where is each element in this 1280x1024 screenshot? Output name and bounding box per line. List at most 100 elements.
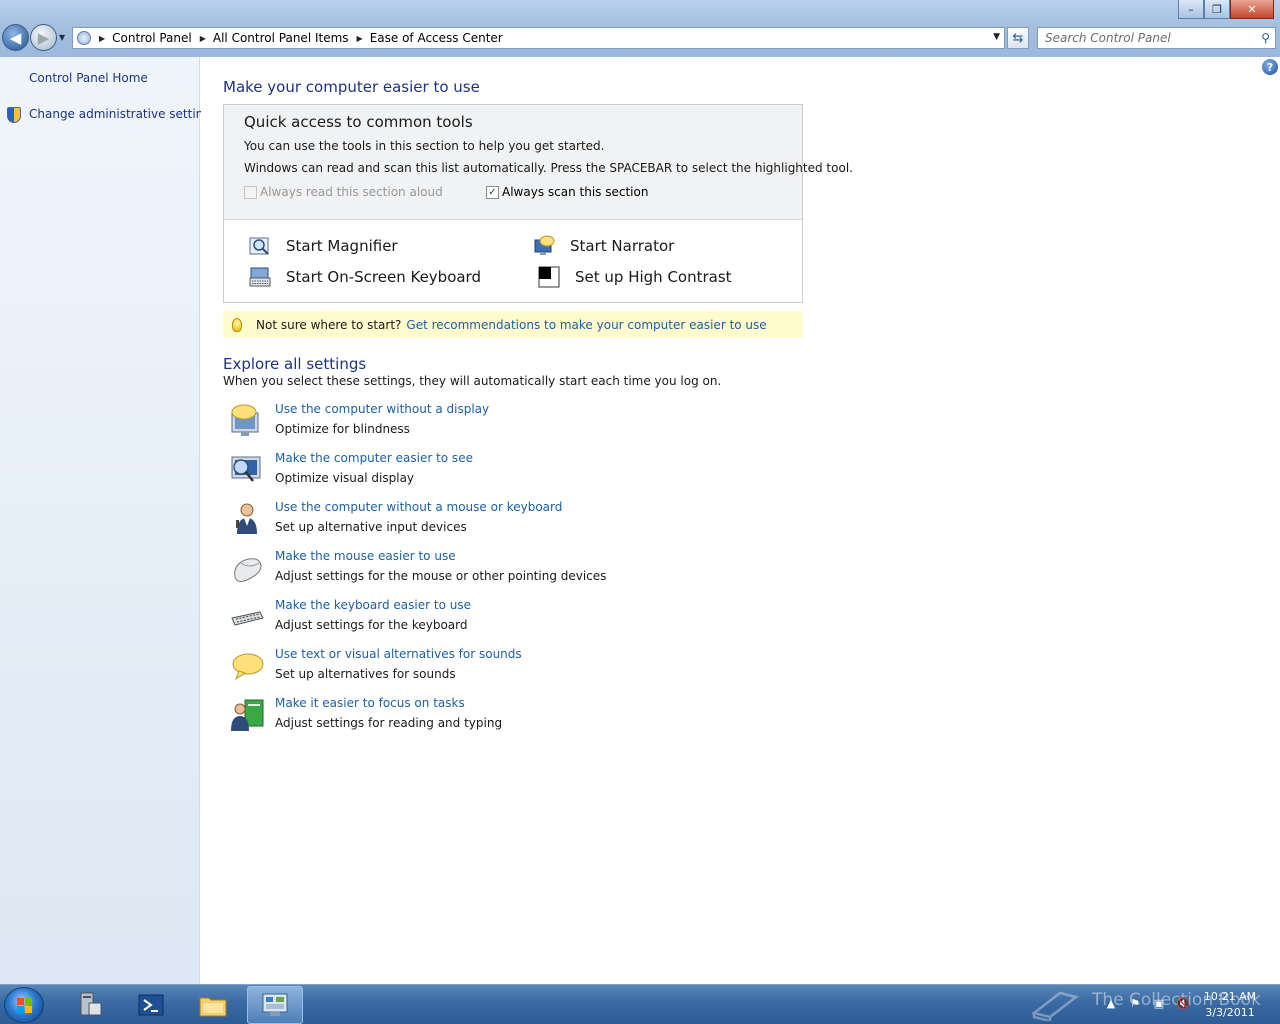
easier-to-see-desc: Optimize visual display — [275, 471, 415, 485]
high-contrast-label: Set up High Contrast — [575, 268, 732, 286]
start-osk-label: Start On-Screen Keyboard — [286, 268, 481, 286]
no-mouse-keyboard-desc: Set up alternative input devices — [275, 520, 467, 534]
refresh-button[interactable]: ⇆ — [1007, 27, 1029, 49]
back-button[interactable]: ◀ — [2, 24, 29, 51]
checkbox-checked-icon[interactable]: ✓ — [486, 185, 499, 199]
narrator-icon — [534, 235, 555, 255]
network-icon[interactable]: ▣ — [1151, 995, 1167, 1011]
quick-access-scan-text: Windows can read and scan this list auto… — [244, 161, 853, 175]
show-hidden-icons-icon[interactable]: ▲ — [1103, 995, 1119, 1011]
keyboard-icon — [231, 611, 264, 626]
quick-access-panel: Quick access to common tools You can use… — [223, 104, 853, 303]
recommendations-link[interactable]: Get recommendations to make your compute… — [406, 318, 766, 332]
windows-logo-icon — [17, 998, 33, 1014]
high-contrast-icon — [538, 266, 560, 288]
taskbar-server-manager[interactable] — [62, 986, 118, 1024]
quick-access-header: Quick access to common tools You can use… — [224, 105, 853, 220]
mouse-icon — [234, 558, 262, 582]
mouse-link[interactable]: Make the mouse easier to use — [275, 549, 456, 563]
scan-label: Always scan this section — [502, 185, 649, 199]
search-box[interactable]: ⚲ — [1037, 27, 1276, 49]
keyboard-link[interactable]: Make the keyboard easier to use — [275, 598, 471, 612]
taskbar-powershell[interactable] — [123, 986, 179, 1024]
read-aloud-label: Always read this section aloud — [260, 185, 443, 199]
start-magnifier-label: Start Magnifier — [286, 237, 398, 255]
scan-checkbox[interactable]: ✓ Always scan this section — [486, 185, 648, 199]
keyboard-icon — [249, 267, 271, 287]
start-narrator-button[interactable]: Start Narrator — [533, 235, 674, 257]
keyboard-desc: Adjust settings for the keyboard — [275, 618, 468, 632]
window-controls: – ❐ ✕ — [1178, 0, 1274, 19]
explore-settings-subtitle: When you select these settings, they wil… — [223, 374, 722, 388]
arrow-right-icon: ▶ — [37, 28, 50, 47]
breadcrumb-separator[interactable]: ▶ — [357, 34, 363, 43]
monitor-magnifier-icon — [231, 456, 261, 482]
breadcrumb-separator[interactable]: ▶ — [99, 34, 105, 43]
sound-alternatives-link[interactable]: Use text or visual alternatives for soun… — [275, 647, 522, 661]
arrow-left-icon: ◀ — [9, 28, 22, 47]
folder-icon — [199, 997, 227, 1017]
title-bar: – ❐ ✕ ◀ ▶ ▼ ▶ Control Panel ▶ All Contro… — [0, 0, 1280, 57]
recent-pages-dropdown[interactable]: ▼ — [59, 33, 65, 42]
tip-label: Not sure where to start? — [256, 317, 402, 332]
close-button[interactable]: ✕ — [1230, 0, 1274, 19]
breadcrumb-all-items[interactable]: All Control Panel Items — [213, 31, 349, 45]
person-speaking-icon — [236, 503, 257, 534]
no-display-desc: Optimize for blindness — [275, 422, 410, 436]
help-icon[interactable]: ? — [1262, 59, 1278, 75]
no-mouse-keyboard-link[interactable]: Use the computer without a mouse or keyb… — [275, 500, 562, 514]
mouse-desc: Adjust settings for the mouse or other p… — [275, 569, 607, 583]
quick-access-help-text: You can use the tools in this section to… — [244, 139, 605, 153]
explore-settings-title: Explore all settings — [223, 355, 367, 373]
refresh-icon: ⇆ — [1012, 30, 1024, 46]
focus-desc: Adjust settings for reading and typing — [275, 716, 503, 730]
taskbar-explorer[interactable] — [185, 986, 241, 1024]
high-contrast-button[interactable]: Set up High Contrast — [538, 266, 732, 288]
search-icon[interactable]: ⚲ — [1261, 31, 1270, 45]
breadcrumb-ease-of-access[interactable]: Ease of Access Center — [370, 31, 503, 45]
left-navigation-pane — [0, 57, 200, 984]
magnifier-icon — [249, 237, 269, 255]
server-manager-icon — [80, 992, 102, 1016]
recommendation-tip: Not sure where to start? Get recommendat… — [223, 311, 803, 338]
shield-icon — [7, 107, 21, 123]
book-logo-icon — [1031, 991, 1079, 1021]
read-aloud-checkbox[interactable]: Always read this section aloud — [244, 185, 443, 199]
control-panel-icon — [77, 31, 91, 45]
start-osk-button[interactable]: Start On-Screen Keyboard — [249, 266, 481, 288]
clock-time: 10:21 AM — [1203, 990, 1257, 1003]
control-panel-icon — [262, 993, 288, 1016]
change-admin-settings-link[interactable]: Change administrative settings — [29, 107, 217, 121]
address-bar[interactable]: ▶ Control Panel ▶ All Control Panel Item… — [72, 27, 1005, 49]
forward-button[interactable]: ▶ — [30, 24, 57, 51]
minimize-button[interactable]: – — [1178, 0, 1204, 19]
easier-to-see-link[interactable]: Make the computer easier to see — [275, 451, 473, 465]
breadcrumb-control-panel[interactable]: Control Panel — [112, 31, 192, 45]
checkbox-unchecked-icon[interactable] — [244, 185, 257, 199]
person-document-icon — [231, 699, 264, 731]
address-dropdown-icon[interactable]: ▼ — [993, 32, 1000, 42]
start-button[interactable] — [4, 987, 44, 1023]
speech-bubble-icon — [232, 653, 264, 681]
lightbulb-icon — [232, 317, 242, 332]
taskbar: The Collection Book ▲ ⚑ ▣ 🔇 10:21 AM 3/3… — [0, 984, 1280, 1024]
sound-alternatives-desc: Set up alternatives for sounds — [275, 667, 456, 681]
taskbar-control-panel[interactable] — [247, 986, 303, 1024]
start-narrator-label: Start Narrator — [570, 237, 675, 255]
start-magnifier-button[interactable]: Start Magnifier — [249, 235, 398, 257]
quick-access-title: Quick access to common tools — [244, 113, 473, 131]
system-clock[interactable]: 10:21 AM 3/3/2011 — [1200, 989, 1260, 1021]
action-center-flag-icon[interactable]: ⚑ — [1127, 995, 1143, 1011]
clock-date: 3/3/2011 — [1205, 1006, 1255, 1019]
display-speech-icon — [231, 404, 259, 436]
system-tray: ▲ ⚑ ▣ 🔇 — [1103, 995, 1191, 1011]
powershell-icon — [138, 994, 164, 1016]
focus-link[interactable]: Make it easier to focus on tasks — [275, 696, 465, 710]
breadcrumb-separator[interactable]: ▶ — [200, 34, 206, 43]
search-input[interactable] — [1045, 31, 1245, 45]
volume-muted-icon[interactable]: 🔇 — [1175, 995, 1191, 1011]
page-title: Make your computer easier to use — [223, 78, 480, 96]
maximize-button[interactable]: ❐ — [1204, 0, 1230, 19]
control-panel-home-link[interactable]: Control Panel Home — [29, 71, 148, 85]
no-display-link[interactable]: Use the computer without a display — [275, 402, 489, 416]
